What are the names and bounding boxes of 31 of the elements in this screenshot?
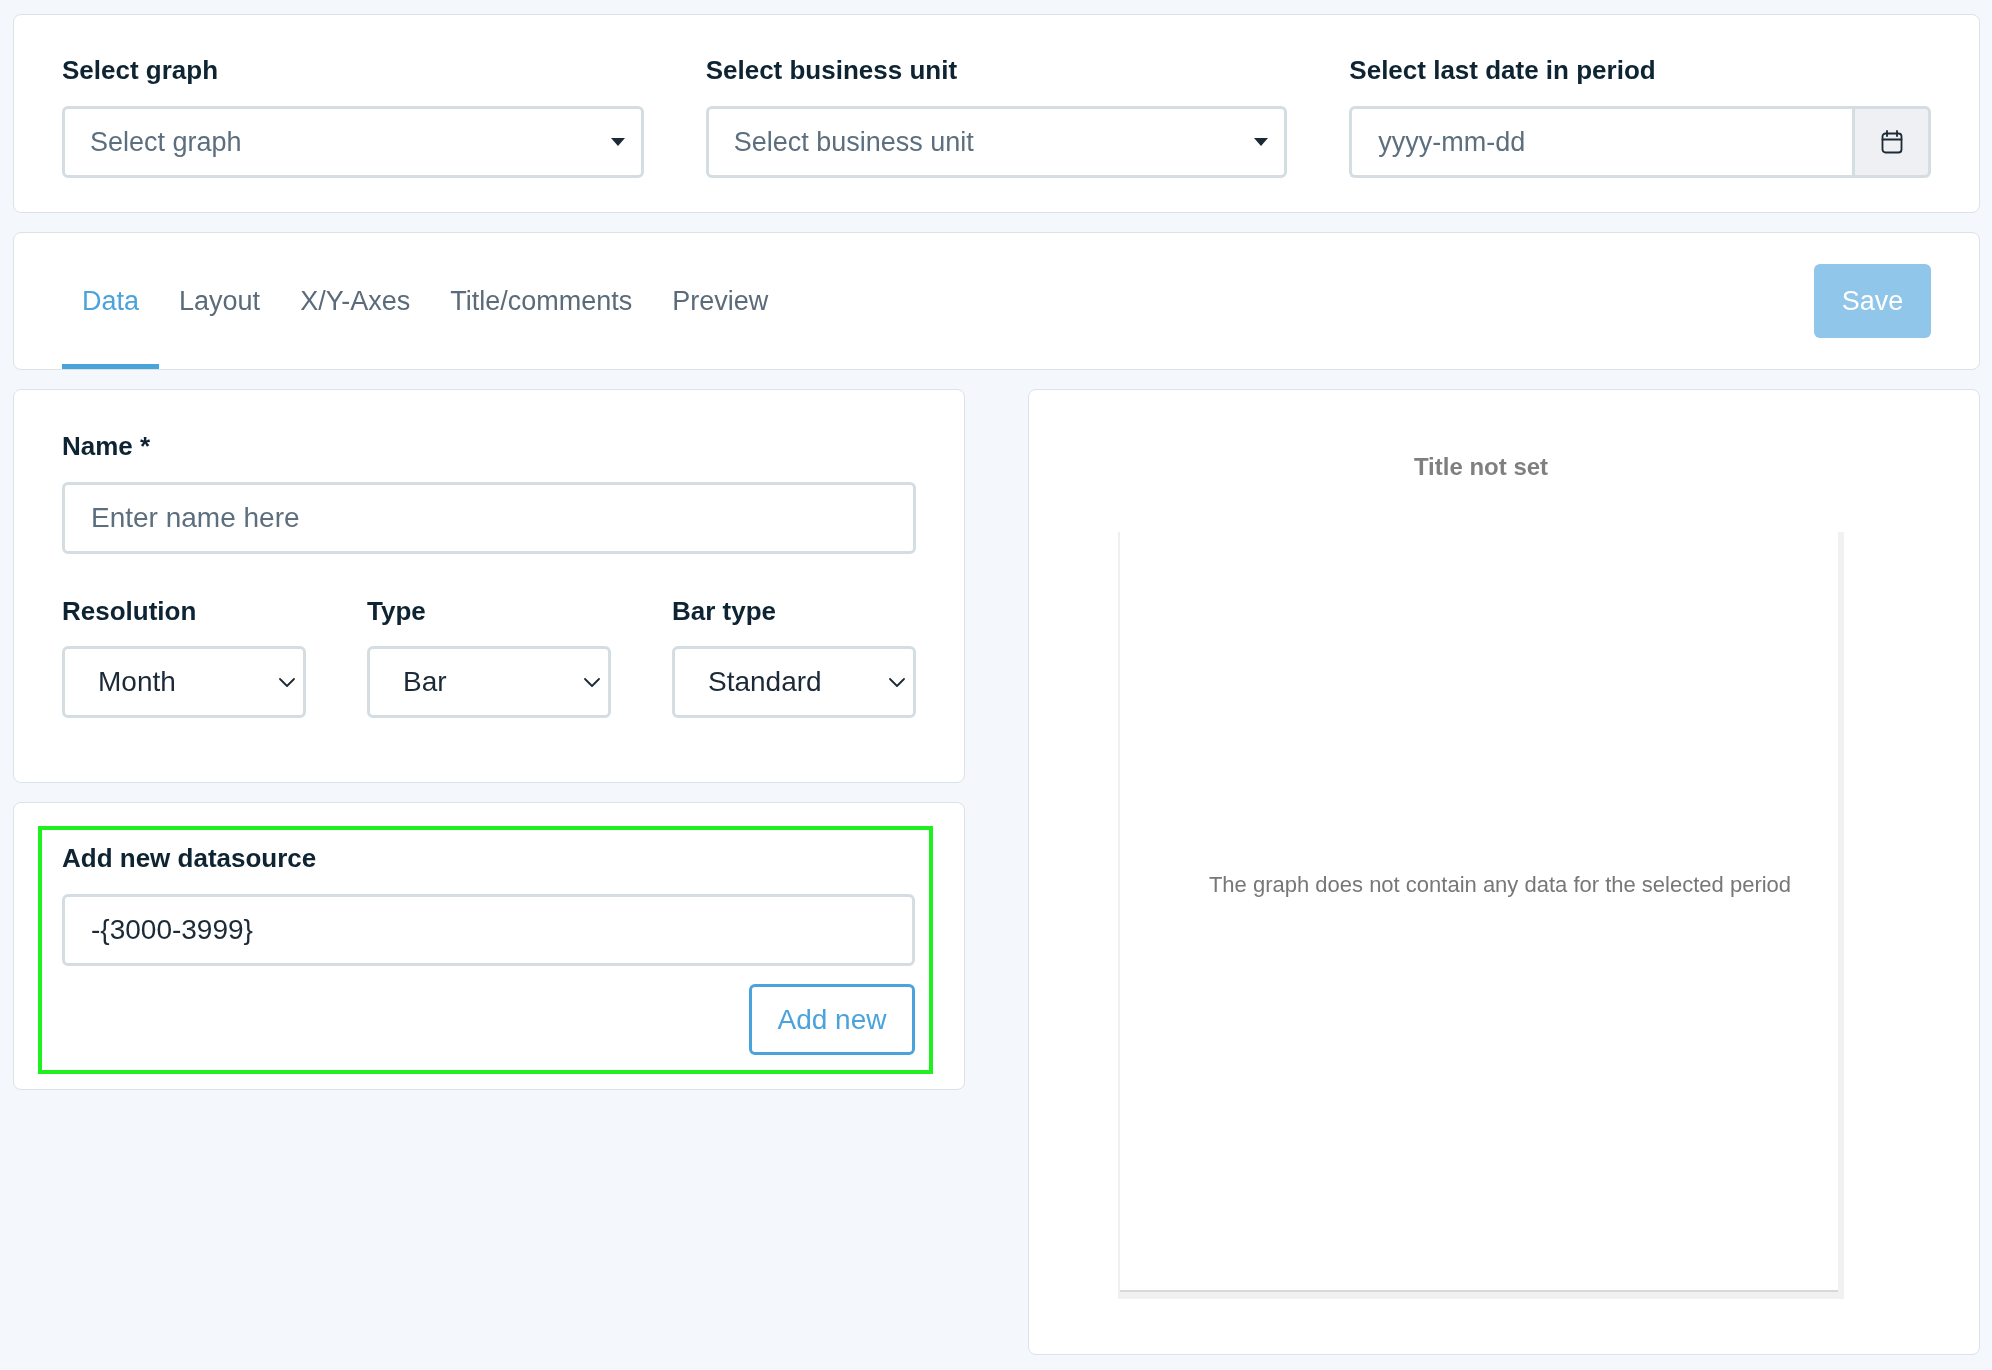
field-label: Name * <box>62 430 152 462</box>
dropdown[interactable]: Bar <box>367 646 611 718</box>
empty-chart-message: The graph does not contain any data for the selected period <box>1208 872 1792 898</box>
field-label: Resolution <box>62 595 198 627</box>
field-label: Bar type <box>672 595 778 627</box>
add-new-button[interactable]: Add new <box>749 984 915 1055</box>
field-label: Type <box>367 595 427 627</box>
tab[interactable]: Title/comments <box>430 233 653 369</box>
chevron-down-icon <box>584 677 600 687</box>
caret-icon <box>1254 138 1269 146</box>
chevron-down-icon <box>279 677 295 687</box>
dropdown[interactable]: Select business unit <box>705 106 1288 178</box>
tab[interactable]: X/Y-Axes <box>280 233 431 369</box>
caret-icon <box>610 138 625 146</box>
field-label: Select business unit <box>705 54 959 86</box>
calendar-button[interactable] <box>1852 106 1931 178</box>
field-label: Select graph <box>62 54 220 86</box>
calendar-icon <box>1880 130 1903 154</box>
field-label: Select last date in period <box>1349 54 1657 86</box>
tab[interactable]: Layout <box>159 233 281 369</box>
date-field[interactable]: yyyy-mm-dd <box>1349 106 1852 178</box>
chart-title: Title not set <box>1413 452 1549 482</box>
tab[interactable]: Data <box>62 233 160 369</box>
name-field[interactable]: Enter name here <box>62 482 916 554</box>
dropdown[interactable]: Month <box>62 646 306 718</box>
chevron-down-icon <box>889 677 905 687</box>
tab[interactable]: Preview <box>652 233 789 369</box>
section-title: Add new datasource <box>62 842 318 874</box>
datasource-field[interactable]: -{3000-3999} <box>62 894 915 966</box>
dropdown[interactable]: Standard <box>672 646 916 718</box>
dropdown[interactable]: Select graph <box>62 106 644 178</box>
